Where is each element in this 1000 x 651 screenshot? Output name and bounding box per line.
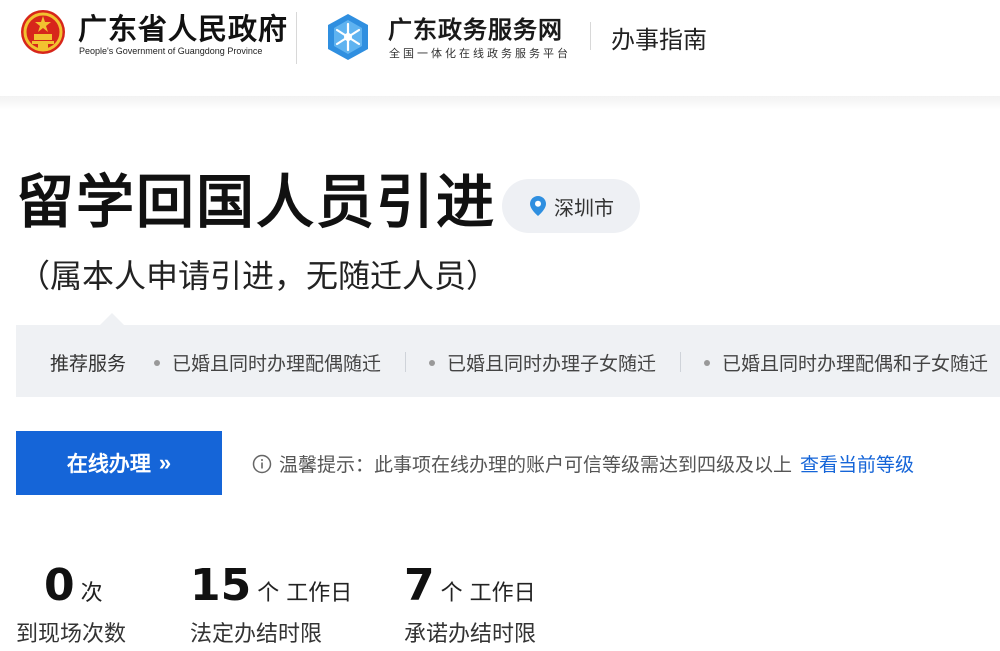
recommend-item-spouse[interactable]: 已婚且同时办理配偶随迁 [154,349,381,376]
portal-title[interactable]: 广东政务服务网 [388,10,563,45]
stat-legal-limit: 15 个 工作日 法定办结时限 [190,560,353,647]
info-icon [252,454,272,473]
header-shadow [0,96,1000,110]
bullet-icon [704,359,710,366]
gov-title[interactable]: 广东省人民政府 [78,6,288,48]
stat-value: 0 [44,560,75,611]
gov-subtitle: People's Government of Guangdong Provinc… [79,46,263,56]
tip-text: 温馨提示：此事项在线办理的账户可信等级需达到四级及以上 [279,454,793,476]
stat-unit: 个 工作日 [257,581,353,606]
recommend-notch [100,313,124,325]
view-level-link[interactable]: 查看当前等级 [800,450,914,477]
location-pin-icon [530,196,546,216]
recommend-item-children[interactable]: 已婚且同时办理子女随迁 [429,349,656,376]
bullet-icon [154,359,160,366]
stat-label: 法定办结时限 [190,622,323,647]
stat-label: 到现场次数 [16,622,127,647]
section-title: 办事指南 [611,26,707,54]
stat-promised-limit: 7个 工作日 承诺办结时限 [404,560,536,647]
recommend-separator [680,352,681,372]
recommend-item-label: 已婚且同时办理子女随迁 [447,353,657,375]
recommend-bar: 推荐服务 已婚且同时办理配偶随迁 已婚且同时办理子女随迁 已婚且同时办理配偶和子… [16,325,1000,397]
portal-subtitle: 全国一体化在线政务服务平台 [389,47,571,60]
guangdong-portal-logo-icon[interactable] [322,12,374,62]
stat-value: 15 [190,560,252,611]
location-label: 深圳市 [554,195,614,220]
stat-value: 7 [404,560,435,611]
page-subtitle: （属本人申请引进，无随迁人员） [18,257,499,295]
online-apply-label: 在线办理 [66,453,151,476]
stat-label: 承诺办结时限 [404,622,537,647]
location-badge[interactable]: 深圳市 [502,179,640,233]
stat-onsite-visits: 0次 到现场次数 [16,560,126,647]
recommend-label: 推荐服务 [50,353,127,375]
recommend-item-spouse-children[interactable]: 已婚且同时办理配偶和子女随迁 [704,349,988,376]
header-divider [296,12,297,64]
bullet-icon [429,359,435,366]
national-emblem-icon[interactable] [20,8,66,56]
site-header: 广东省人民政府 People's Government of Guangdong… [0,0,1000,104]
page-title: 留学回国人员引进 [16,168,497,236]
online-apply-button[interactable]: 在线办理 » [16,431,222,495]
double-chevron-right-icon: » [158,450,172,475]
stat-unit: 次 [80,581,103,606]
tip-notice: 温馨提示：此事项在线办理的账户可信等级需达到四级及以上 查看当前等级 [252,450,914,477]
recommend-item-label: 已婚且同时办理配偶随迁 [172,353,382,375]
stat-unit: 个 工作日 [440,581,536,606]
recommend-separator [405,352,406,372]
header-divider-2 [590,22,591,50]
recommend-item-label: 已婚且同时办理配偶和子女随迁 [722,353,989,375]
